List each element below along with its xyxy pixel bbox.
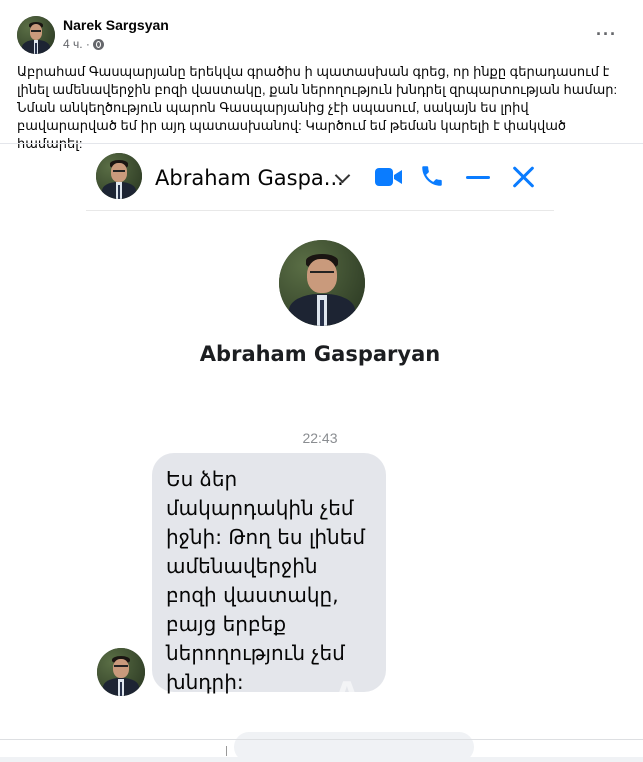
author-name[interactable]: Narek Sargsyan xyxy=(63,17,169,33)
author-avatar[interactable] xyxy=(17,16,55,54)
message-sender-avatar xyxy=(97,648,145,696)
minimize-icon xyxy=(466,176,490,179)
globe-icon xyxy=(92,38,104,50)
chat-screenshot[interactable]: Abraham Gaspa... Abraham Gasparyan 22:43… xyxy=(86,144,554,762)
chat-header-name: Abraham Gaspa... xyxy=(155,166,344,190)
post-text: Աբրահամ Գասպարյանը երեկվա գրածիս ի պատաս… xyxy=(17,64,618,151)
profile-name: Abraham Gasparyan xyxy=(199,342,441,366)
message-timestamp: 22:43 xyxy=(302,430,338,446)
more-options-button[interactable]: ··· xyxy=(596,24,617,45)
cursor-mark xyxy=(226,746,227,756)
post-meta: 4 ч. · xyxy=(63,37,104,51)
divider-bottom xyxy=(0,739,643,740)
facebook-post: Narek Sargsyan 4 ч. · ··· Աբրահամ Գասպար… xyxy=(0,0,643,762)
video-icon xyxy=(375,168,402,186)
phone-icon xyxy=(422,166,442,186)
profile-avatar xyxy=(279,240,365,326)
chat-header: Abraham Gaspa... xyxy=(86,144,554,211)
watermark: A xyxy=(331,672,365,721)
image-edge xyxy=(554,370,643,757)
close-icon xyxy=(510,163,536,189)
chat-header-avatar xyxy=(96,153,142,199)
message-bubble: Ես ձեր մակարդակին չեմ իջնի: Թող ես լինեմ… xyxy=(152,453,386,694)
compose-bar xyxy=(234,732,474,762)
post-time[interactable]: 4 ч. · xyxy=(63,37,90,51)
